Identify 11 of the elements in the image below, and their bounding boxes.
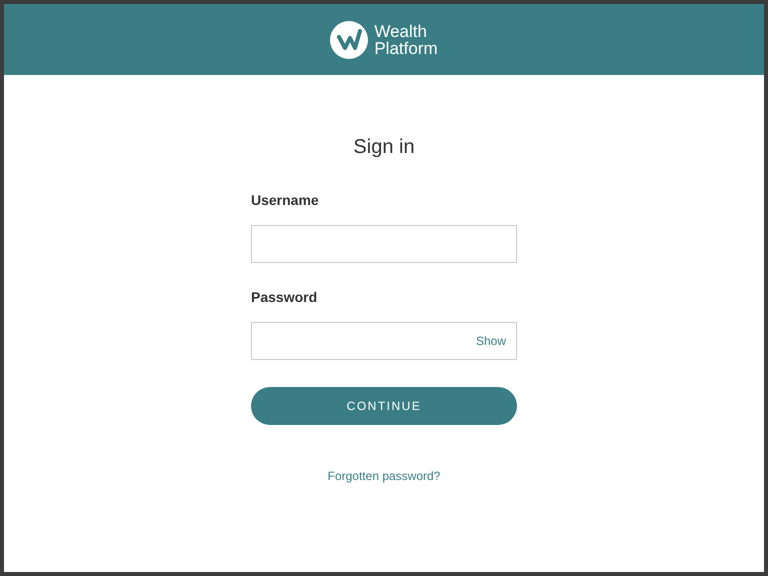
page-title: Sign in (352, 135, 416, 160)
password-field[interactable]: Show (251, 322, 517, 360)
username-field[interactable] (251, 225, 517, 263)
show-password-button[interactable]: Show (476, 332, 506, 350)
logo-text: Platform (374, 40, 438, 56)
continue-button[interactable]: CONTINUE (251, 387, 517, 425)
logo-icon (330, 20, 368, 58)
forgotten-password-link[interactable]: Forgotten password? (328, 467, 440, 485)
field-label: Password (251, 288, 318, 307)
logo-text: Wealth (374, 22, 428, 40)
field-label: Username (251, 191, 320, 210)
